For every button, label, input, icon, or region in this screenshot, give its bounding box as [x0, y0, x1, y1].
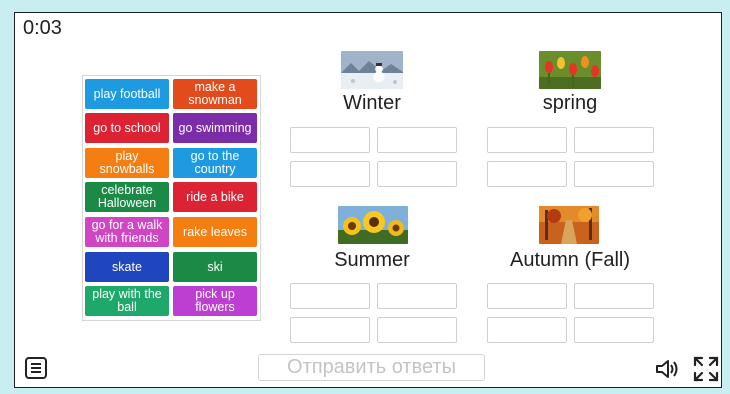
sunflowers-photo	[338, 206, 408, 244]
card-go-swimming[interactable]: go swimming	[173, 113, 257, 143]
drop-slot-summer-3[interactable]	[290, 317, 370, 343]
fullscreen-icon[interactable]	[693, 356, 719, 382]
card-go-for-a-walk-with-friends[interactable]: go for a walk with friends	[85, 217, 169, 247]
card-go-to-school[interactable]: go to school	[85, 113, 169, 143]
drop-slot-autumn-4[interactable]	[574, 317, 654, 343]
season-label-winter: Winter	[343, 92, 401, 114]
card-skate[interactable]: skate	[85, 252, 169, 282]
drop-slot-spring-2[interactable]	[574, 127, 654, 153]
drop-slot-autumn-3[interactable]	[487, 317, 567, 343]
tulips-photo	[539, 51, 601, 89]
card-play-with-the-ball[interactable]: play with the ball	[85, 286, 169, 316]
card-play-snowballs[interactable]: play snowballs	[85, 148, 169, 178]
card-make-a-snowman[interactable]: make a snowman	[173, 79, 257, 109]
drop-slot-winter-4[interactable]	[377, 161, 457, 187]
snowman-photo	[341, 51, 403, 89]
drop-slot-spring-1[interactable]	[487, 127, 567, 153]
drop-slot-summer-2[interactable]	[377, 283, 457, 309]
drop-slot-summer-1[interactable]	[290, 283, 370, 309]
drop-slot-autumn-2[interactable]	[574, 283, 654, 309]
speaker-icon[interactable]	[655, 358, 681, 380]
drop-slot-winter-2[interactable]	[377, 127, 457, 153]
drop-slot-summer-4[interactable]	[377, 317, 457, 343]
card-celebrate-halloween[interactable]: celebrate Halloween	[85, 182, 169, 212]
activity-area: 0:03 play football make a snowman go to …	[14, 12, 722, 388]
card-ride-a-bike[interactable]: ride a bike	[173, 182, 257, 212]
drop-slot-spring-4[interactable]	[574, 161, 654, 187]
drop-slot-winter-1[interactable]	[290, 127, 370, 153]
card-pick-up-flowers[interactable]: pick up flowers	[173, 286, 257, 316]
timer: 0:03	[23, 17, 62, 39]
drop-slot-winter-3[interactable]	[290, 161, 370, 187]
season-label-summer: Summer	[334, 249, 410, 271]
card-panel: play football make a snowman go to schoo…	[82, 75, 261, 321]
card-play-football[interactable]: play football	[85, 79, 169, 109]
season-label-spring: spring	[542, 92, 598, 114]
submit-answers-button[interactable]: Отправить ответы	[258, 354, 485, 381]
app-frame: 0:03 play football make a snowman go to …	[0, 0, 730, 394]
drop-slot-spring-3[interactable]	[487, 161, 567, 187]
card-go-to-the-country[interactable]: go to the country	[173, 148, 257, 178]
menu-icon[interactable]	[25, 357, 47, 379]
card-ski[interactable]: ski	[173, 252, 257, 282]
card-rake-leaves[interactable]: rake leaves	[173, 217, 257, 247]
season-label-autumn: Autumn (Fall)	[509, 249, 631, 271]
drop-slot-autumn-1[interactable]	[487, 283, 567, 309]
autumn-park-photo	[539, 206, 599, 244]
